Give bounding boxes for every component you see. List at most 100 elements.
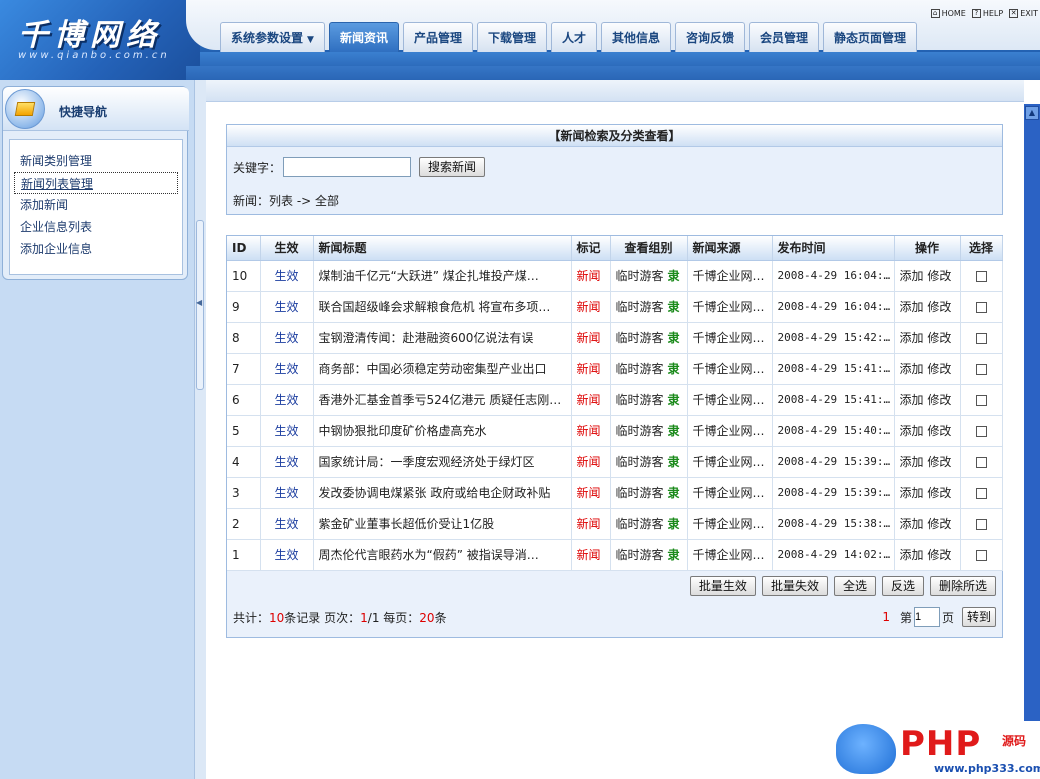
row-checkbox[interactable] bbox=[975, 270, 987, 282]
page-link-1[interactable]: 1 bbox=[882, 610, 890, 624]
row-level: 隶 bbox=[667, 269, 680, 283]
row-status-link[interactable]: 生效 bbox=[260, 446, 314, 478]
row-id: 2 bbox=[227, 508, 261, 540]
bulk-enable-button[interactable]: 批量生效 bbox=[689, 576, 756, 596]
row-add-link[interactable]: 添加 bbox=[900, 362, 924, 376]
exit-link[interactable]: ✕ EXIT bbox=[1009, 9, 1038, 18]
quick-nav-panel: 快捷导航 新闻类别管理 新闻列表管理 添加新闻 企业信息列表 添加企业信息 bbox=[2, 86, 189, 280]
row-checkbox[interactable] bbox=[975, 363, 987, 375]
row-source: 千博企业网… bbox=[687, 539, 773, 571]
row-group-label: 临时游客 bbox=[615, 331, 664, 345]
exit-icon: ✕ bbox=[1009, 9, 1019, 18]
row-status-link[interactable]: 生效 bbox=[260, 415, 314, 447]
sidebar-item-add-company[interactable]: 添加企业信息 bbox=[14, 238, 178, 260]
table-row: 5 生效 中钢协狠批印度矿价格虚高充水 新闻 临时游客隶千博企业网… 2008-4-29 … bbox=[227, 415, 1003, 447]
search-news-button[interactable]: 搜索新闻 bbox=[419, 157, 486, 177]
row-add-link[interactable]: 添加 bbox=[900, 331, 924, 345]
invert-selection-button[interactable]: 反选 bbox=[881, 576, 924, 596]
quick-nav-title: 快捷导航 bbox=[59, 105, 108, 119]
row-checkbox[interactable] bbox=[975, 394, 987, 406]
row-status-link[interactable]: 生效 bbox=[260, 291, 314, 323]
home-link[interactable]: ⌂ HOME bbox=[930, 9, 966, 18]
row-add-link[interactable]: 添加 bbox=[900, 424, 924, 438]
tab-news[interactable]: 新闻资讯 bbox=[328, 22, 399, 52]
sidebar-splitter[interactable]: ◀ bbox=[194, 80, 206, 779]
page-number-input[interactable] bbox=[913, 607, 940, 627]
row-id: 6 bbox=[227, 384, 261, 416]
tab-products[interactable]: 产品管理 bbox=[402, 22, 473, 52]
row-edit-link[interactable]: 修改 bbox=[927, 455, 951, 469]
row-add-link[interactable]: 添加 bbox=[900, 300, 924, 314]
sidebar-item-news-list[interactable]: 新闻列表管理 bbox=[14, 172, 178, 194]
delete-selected-button[interactable]: 删除所选 bbox=[929, 576, 996, 596]
row-edit-link[interactable]: 修改 bbox=[927, 548, 951, 562]
tab-other-info[interactable]: 其他信息 bbox=[601, 22, 672, 52]
row-checkbox[interactable] bbox=[975, 456, 987, 468]
row-status-link[interactable]: 生效 bbox=[260, 508, 314, 540]
row-source: 千博企业网… bbox=[687, 260, 773, 292]
row-edit-link[interactable]: 修改 bbox=[927, 517, 951, 531]
row-status-link[interactable]: 生效 bbox=[260, 353, 314, 385]
pager-total: 10 bbox=[269, 611, 285, 625]
goto-button[interactable]: 转到 bbox=[961, 607, 996, 627]
row-checkbox[interactable] bbox=[975, 487, 987, 499]
row-status-link[interactable]: 生效 bbox=[260, 384, 314, 416]
collapse-arrow-icon[interactable]: ◀ bbox=[196, 298, 202, 307]
bulk-disable-button[interactable]: 批量失效 bbox=[761, 576, 828, 596]
row-status-link[interactable]: 生效 bbox=[260, 322, 314, 354]
pager-page-total: /1 bbox=[367, 611, 380, 625]
row-checkbox[interactable] bbox=[975, 425, 987, 437]
tab-feedback[interactable]: 咨询反馈 bbox=[675, 22, 746, 52]
row-level: 隶 bbox=[667, 455, 680, 469]
row-add-link[interactable]: 添加 bbox=[900, 548, 924, 562]
tab-talent[interactable]: 人才 bbox=[550, 22, 597, 52]
select-all-button[interactable]: 全选 bbox=[833, 576, 876, 596]
row-time: 2008-4-29 15:41:21 bbox=[772, 384, 895, 416]
tab-system-settings[interactable]: 系统参数设置 ▼ bbox=[220, 22, 325, 52]
row-edit-link[interactable]: 修改 bbox=[927, 362, 951, 376]
row-actions: 添加 修改 bbox=[894, 539, 961, 571]
row-checkbox[interactable] bbox=[975, 301, 987, 313]
row-group: 临时游客隶 bbox=[610, 322, 688, 354]
table-row: 8 生效 宝钢澄清传闻：赴港融资600亿说法有误 新闻 临时游客隶千博企业网… 2008-… bbox=[227, 322, 1003, 354]
row-edit-link[interactable]: 修改 bbox=[927, 424, 951, 438]
col-time-header: 发布时间 bbox=[772, 236, 895, 261]
watermark: PHP 源码 www.php333.com bbox=[830, 722, 1040, 779]
help-link[interactable]: ? HELP bbox=[971, 9, 1003, 18]
tab-static-pages[interactable]: 静态页面管理 bbox=[823, 22, 918, 52]
row-add-link[interactable]: 添加 bbox=[900, 486, 924, 500]
row-edit-link[interactable]: 修改 bbox=[927, 393, 951, 407]
row-id: 8 bbox=[227, 322, 261, 354]
row-checkbox[interactable] bbox=[975, 549, 987, 561]
row-checkbox[interactable] bbox=[975, 332, 987, 344]
row-add-link[interactable]: 添加 bbox=[900, 455, 924, 469]
vertical-scrollbar[interactable]: ▲ bbox=[1024, 104, 1040, 721]
row-checkbox[interactable] bbox=[975, 518, 987, 530]
tab-downloads[interactable]: 下载管理 bbox=[476, 22, 547, 52]
scroll-up-icon[interactable]: ▲ bbox=[1025, 106, 1039, 120]
row-add-link[interactable]: 添加 bbox=[900, 517, 924, 531]
row-source: 千博企业网… bbox=[687, 508, 773, 540]
help-icon: ? bbox=[971, 9, 981, 18]
row-edit-link[interactable]: 修改 bbox=[927, 331, 951, 345]
row-add-link[interactable]: 添加 bbox=[900, 393, 924, 407]
row-edit-link[interactable]: 修改 bbox=[927, 486, 951, 500]
tab-members[interactable]: 会员管理 bbox=[749, 22, 820, 52]
quick-nav-header: 快捷导航 bbox=[3, 87, 189, 131]
row-edit-link[interactable]: 修改 bbox=[927, 269, 951, 283]
row-actions: 添加 修改 bbox=[894, 446, 961, 478]
row-edit-link[interactable]: 修改 bbox=[927, 300, 951, 314]
row-status-link[interactable]: 生效 bbox=[260, 477, 314, 509]
sidebar-item-company-list[interactable]: 企业信息列表 bbox=[14, 216, 178, 238]
row-tag: 新闻 bbox=[571, 539, 611, 571]
sidebar-item-news-categories[interactable]: 新闻类别管理 bbox=[14, 150, 178, 172]
chevron-down-icon: ▼ bbox=[307, 35, 314, 45]
tab-label: 系统参数设置 bbox=[231, 31, 304, 45]
sidebar-item-add-news[interactable]: 添加新闻 bbox=[14, 194, 178, 216]
row-select bbox=[960, 322, 1003, 354]
row-status-link[interactable]: 生效 bbox=[260, 260, 314, 292]
row-status-link[interactable]: 生效 bbox=[260, 539, 314, 571]
row-group: 临时游客隶 bbox=[610, 508, 688, 540]
row-add-link[interactable]: 添加 bbox=[900, 269, 924, 283]
keyword-input[interactable] bbox=[283, 157, 412, 177]
